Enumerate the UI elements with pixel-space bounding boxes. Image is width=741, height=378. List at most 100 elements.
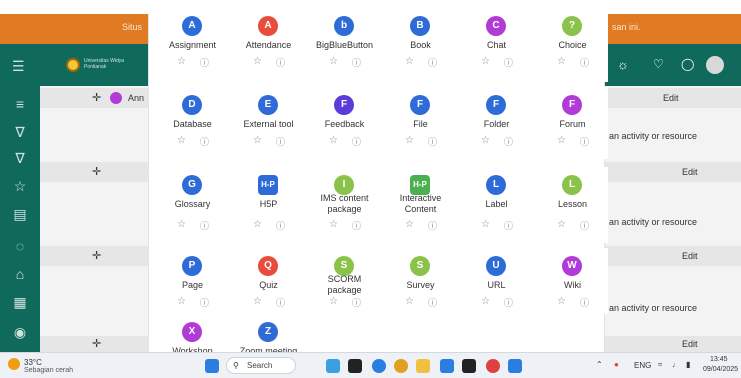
info-icon[interactable]: ⓘ <box>352 56 361 69</box>
widgets-icon[interactable] <box>326 359 340 373</box>
star-icon[interactable]: ☆ <box>557 56 566 67</box>
menu-icon[interactable]: ☰ <box>12 58 25 75</box>
home-icon[interactable]: ⌂ <box>10 264 30 284</box>
chevron-up-icon[interactable]: ⌃ <box>596 360 603 369</box>
star-icon[interactable]: ☆ <box>557 219 566 230</box>
info-icon[interactable]: ⓘ <box>580 219 589 232</box>
volume-icon[interactable]: ♩ <box>672 360 680 369</box>
activity-tile[interactable]: P Page ☆ ⓘ <box>157 248 228 314</box>
activity-tile[interactable]: D Database ☆ ⓘ <box>157 87 228 159</box>
edit-menu[interactable]: Edit <box>682 339 698 349</box>
info-icon[interactable]: ⓘ <box>200 135 209 148</box>
wifi-icon[interactable]: ≈ <box>658 360 662 369</box>
weather-icon[interactable] <box>8 358 20 370</box>
star-icon[interactable]: ☆ <box>177 296 186 307</box>
star-icon[interactable]: ☆ <box>329 219 338 230</box>
user-icon[interactable]: ◉ <box>10 322 30 342</box>
calendar-icon[interactable]: ▦ <box>10 292 30 312</box>
info-icon[interactable]: ⓘ <box>276 219 285 232</box>
app-icon[interactable] <box>348 359 362 373</box>
star-icon[interactable]: ☆ <box>253 135 262 146</box>
star-icon[interactable]: ☆ <box>405 296 414 307</box>
star-icon[interactable]: ☆ <box>329 296 338 307</box>
move-icon[interactable]: ✛ <box>92 249 101 262</box>
activity-tile[interactable]: F Forum ☆ ⓘ <box>537 87 608 159</box>
language-indicator[interactable]: ENG <box>634 361 651 370</box>
star-icon[interactable]: ☆ <box>405 219 414 230</box>
star-icon[interactable]: ☆ <box>253 219 262 230</box>
edit-menu[interactable]: Edit <box>682 167 698 177</box>
gauge-icon[interactable]: ◌ <box>10 236 30 256</box>
info-icon[interactable]: ⓘ <box>276 56 285 69</box>
star-icon[interactable]: ☆ <box>253 296 262 307</box>
info-icon[interactable]: ⓘ <box>428 135 437 148</box>
activity-tile[interactable]: B Book ☆ ⓘ <box>385 14 456 82</box>
info-icon[interactable]: ⓘ <box>276 135 285 148</box>
star-icon[interactable]: ☆ <box>177 135 186 146</box>
star-icon[interactable]: ☆ <box>177 56 186 67</box>
graduation-icon[interactable]: ∇ <box>10 122 30 142</box>
app-icon[interactable] <box>440 359 454 373</box>
star-icon[interactable]: ☆ <box>481 135 490 146</box>
info-icon[interactable]: ⓘ <box>504 135 513 148</box>
globe-icon[interactable]: ☼ <box>617 57 629 72</box>
app-icon[interactable] <box>462 359 476 373</box>
list-icon[interactable]: ≡ <box>10 94 30 114</box>
info-icon[interactable]: ⓘ <box>200 219 209 232</box>
add-activity-link[interactable]: an activity or resource <box>609 303 697 313</box>
activity-tile[interactable]: W Wiki ☆ ⓘ <box>537 248 608 314</box>
star-icon[interactable]: ☆ <box>329 135 338 146</box>
info-icon[interactable]: ⓘ <box>428 219 437 232</box>
site-logo[interactable] <box>66 58 80 72</box>
star-icon[interactable]: ☆ <box>481 296 490 307</box>
move-icon[interactable]: ✛ <box>92 91 101 104</box>
activity-tile[interactable]: A Attendance ☆ ⓘ <box>233 14 304 82</box>
star-icon[interactable]: ☆ <box>481 56 490 67</box>
move-icon[interactable]: ✛ <box>92 165 101 178</box>
app-icon[interactable] <box>508 359 522 373</box>
star-icon[interactable]: ☆ <box>329 56 338 67</box>
activity-tile[interactable]: H-P H5P ☆ ⓘ <box>233 167 304 243</box>
activity-tile[interactable]: L Lesson ☆ ⓘ <box>537 167 608 243</box>
star-icon[interactable]: ☆ <box>10 176 30 196</box>
info-icon[interactable]: ⓘ <box>352 296 361 309</box>
book-icon[interactable]: ▤ <box>10 204 30 224</box>
add-activity-link[interactable]: an activity or resource <box>609 131 697 141</box>
activity-tile[interactable]: H-P Interactive Content ☆ ⓘ <box>385 167 456 243</box>
chrome-icon[interactable] <box>486 359 500 373</box>
info-icon[interactable]: ⓘ <box>200 56 209 69</box>
info-icon[interactable]: ⓘ <box>504 219 513 232</box>
info-icon[interactable]: ⓘ <box>352 219 361 232</box>
activity-tile[interactable]: E External tool ☆ ⓘ <box>233 87 304 159</box>
chrome-icon[interactable] <box>372 359 386 373</box>
avatar[interactable] <box>706 56 724 74</box>
activity-tile[interactable]: U URL ☆ ⓘ <box>461 248 532 314</box>
app-icon[interactable] <box>394 359 408 373</box>
info-icon[interactable]: ⓘ <box>504 296 513 309</box>
star-icon[interactable]: ☆ <box>253 56 262 67</box>
info-icon[interactable]: ⓘ <box>428 56 437 69</box>
file-explorer-icon[interactable] <box>416 359 430 373</box>
activity-tile[interactable]: F File ☆ ⓘ <box>385 87 456 159</box>
star-icon[interactable]: ☆ <box>481 219 490 230</box>
activity-tile[interactable]: L Label ☆ ⓘ <box>461 167 532 243</box>
activity-tile[interactable]: G Glossary ☆ ⓘ <box>157 167 228 243</box>
activity-tile[interactable]: I IMS content package ☆ ⓘ <box>309 167 380 243</box>
activity-tile[interactable]: S Survey ☆ ⓘ <box>385 248 456 314</box>
battery-icon[interactable]: ▮ <box>686 360 690 369</box>
move-icon[interactable]: ✛ <box>92 337 101 350</box>
add-activity-link[interactable]: an activity or resource <box>609 217 697 227</box>
bell-icon[interactable]: ♡ <box>653 57 664 71</box>
chat-icon[interactable]: ◯ <box>681 57 694 71</box>
info-icon[interactable]: ⓘ <box>504 56 513 69</box>
activity-tile[interactable]: C Chat ☆ ⓘ <box>461 14 532 82</box>
taskbar-search[interactable]: ⚲ Search <box>226 357 296 374</box>
activity-tile[interactable]: F Folder ☆ ⓘ <box>461 87 532 159</box>
edit-menu[interactable]: Edit <box>663 93 679 103</box>
info-icon[interactable]: ⓘ <box>276 296 285 309</box>
activity-tile[interactable]: X Workshop <box>157 314 228 356</box>
info-icon[interactable]: ⓘ <box>580 56 589 69</box>
star-icon[interactable]: ☆ <box>557 135 566 146</box>
info-icon[interactable]: ⓘ <box>200 296 209 309</box>
activity-tile[interactable]: F Feedback ☆ ⓘ <box>309 87 380 159</box>
